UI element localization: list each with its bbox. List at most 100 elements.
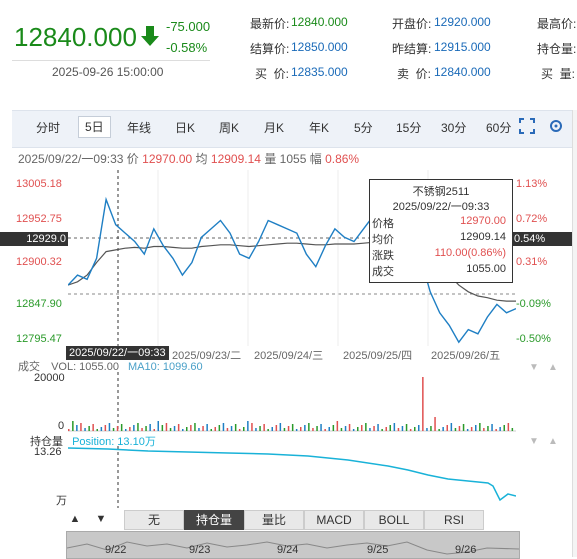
- volume-bar: [263, 424, 265, 431]
- vol-y-top: 20000: [34, 372, 65, 384]
- volume-bar: [324, 429, 326, 431]
- volume-bar: [96, 429, 98, 431]
- volume-bar: [116, 426, 119, 431]
- y-label-2: 12952.75: [16, 213, 62, 225]
- volume-bar: [332, 425, 335, 431]
- tab-15min[interactable]: 15分: [396, 119, 421, 136]
- volume-bar: [316, 426, 318, 431]
- tab-30min[interactable]: 30分: [441, 119, 466, 136]
- volume-bar: [361, 425, 363, 431]
- open-value: 12920.000: [434, 15, 491, 29]
- latest-label: 最新价:: [250, 17, 290, 31]
- volume-bar: [165, 423, 168, 431]
- tab-monthly-k[interactable]: 月K: [264, 119, 284, 136]
- volume-bar: [357, 427, 359, 431]
- pct-label-4: -0.09%: [516, 298, 551, 310]
- tab-5day[interactable]: 5日: [78, 116, 111, 138]
- volume-bar: [234, 424, 237, 431]
- panel-down-icon[interactable]: ▼: [529, 436, 539, 447]
- volume-bar: [230, 426, 233, 431]
- panel-up-icon[interactable]: ▲: [548, 436, 558, 447]
- scroller-label: 9/26: [455, 544, 477, 556]
- tab-daily-k[interactable]: 日K: [175, 119, 195, 136]
- crosshair-tooltip: 不锈钢2511 2025/09/22/一09:33 价格 12970.00 均价 1…: [369, 179, 513, 283]
- down-arrow-icon: [140, 24, 160, 51]
- volume-bar: [344, 426, 347, 431]
- range-scroller[interactable]: 9/22 9/23 9/24 9/25 9/26: [66, 531, 520, 559]
- tab-intraday[interactable]: 分时: [36, 119, 60, 136]
- tooltip-row-avg: 均价 12909.14: [372, 231, 506, 246]
- volume-bar: [141, 428, 143, 431]
- vol-y-bottom: 0: [58, 420, 65, 432]
- indicator-macd-button[interactable]: MACD: [304, 510, 364, 530]
- volume-bar: [125, 429, 127, 431]
- volume-bar: [511, 428, 514, 431]
- tab-yearly-k[interactable]: 年K: [309, 119, 329, 136]
- crosshair-info-line: 2025/09/22/一09:33 价 12970.00 均 12909.14 …: [18, 152, 360, 166]
- tab-year-line[interactable]: 年线: [127, 119, 151, 136]
- scroller-label: 9/23: [189, 544, 211, 556]
- volume-chart[interactable]: [68, 372, 516, 432]
- right-scroll-strip[interactable]: [572, 110, 577, 557]
- last-price: 12840.000: [14, 22, 137, 52]
- volume-bar: [129, 427, 131, 431]
- volume-bar: [194, 423, 196, 431]
- fullscreen-icon[interactable]: [518, 117, 536, 138]
- volume-bar: [466, 429, 469, 431]
- volume-bar: [377, 424, 379, 431]
- volume-bar: [92, 424, 94, 431]
- oi-label: 持仓量:: [537, 42, 577, 56]
- volume-bar: [259, 426, 261, 431]
- volume-bar: [190, 425, 192, 431]
- volume-bar: [499, 427, 501, 431]
- volume-bar: [173, 426, 176, 431]
- scroller-label: 9/25: [367, 544, 389, 556]
- settings-icon[interactable]: [547, 117, 565, 138]
- indicator-none-button[interactable]: 无: [124, 510, 184, 530]
- volume-bar: [218, 425, 221, 431]
- volume-bar: [76, 425, 78, 431]
- indicator-boll-button[interactable]: BOLL: [364, 510, 424, 530]
- scroll-down-icon[interactable]: ▼: [92, 510, 110, 528]
- volume-bar: [401, 426, 404, 431]
- volume-bar: [108, 423, 111, 431]
- volume-bar: [295, 429, 298, 431]
- pct-label-bottom: -0.50%: [516, 333, 551, 345]
- indicator-volratio-button[interactable]: 量比: [244, 510, 304, 530]
- tab-5min[interactable]: 5分: [354, 119, 373, 136]
- scroll-up-icon[interactable]: ▲: [66, 510, 84, 528]
- volume-bar: [279, 423, 282, 431]
- volume-bar: [112, 428, 115, 431]
- scroller-label: 9/22: [105, 544, 127, 556]
- volume-bar: [503, 425, 505, 431]
- volume-bar: [104, 425, 107, 431]
- volume-bar: [304, 425, 306, 431]
- price-change: -75.000: [166, 19, 211, 34]
- buy-value: 12835.000: [291, 65, 348, 79]
- volume-bar: [418, 425, 420, 431]
- settle-label: 结算价:: [250, 42, 290, 56]
- tab-weekly-k[interactable]: 周K: [219, 119, 239, 136]
- panel-down-icon[interactable]: ▼: [529, 362, 539, 373]
- volume-bar: [210, 429, 212, 431]
- buy-label: 买 价:: [255, 67, 290, 81]
- indicator-rsi-button[interactable]: RSI: [424, 510, 484, 530]
- x-label-day5: 2025/09/26/五: [431, 350, 501, 362]
- volume-bar: [373, 426, 375, 431]
- position-chart[interactable]: [68, 446, 516, 508]
- volume-bar: [238, 429, 241, 431]
- volume-bar: [145, 426, 147, 431]
- volume-bar: [312, 428, 314, 431]
- volume-bar: [120, 424, 123, 431]
- indicator-position-button[interactable]: 持仓量: [184, 510, 244, 530]
- tab-60min[interactable]: 60分: [486, 119, 511, 136]
- volume-bar: [405, 424, 408, 431]
- volume-bar: [287, 426, 290, 431]
- pct-label-top: 1.13%: [516, 178, 548, 190]
- settle-value: 12850.000: [291, 40, 348, 54]
- volume-bar: [365, 423, 367, 431]
- volume-bar: [283, 428, 286, 431]
- panel-up-icon[interactable]: ▲: [548, 362, 558, 373]
- volume-bar: [336, 421, 339, 431]
- volume-bar: [161, 425, 164, 431]
